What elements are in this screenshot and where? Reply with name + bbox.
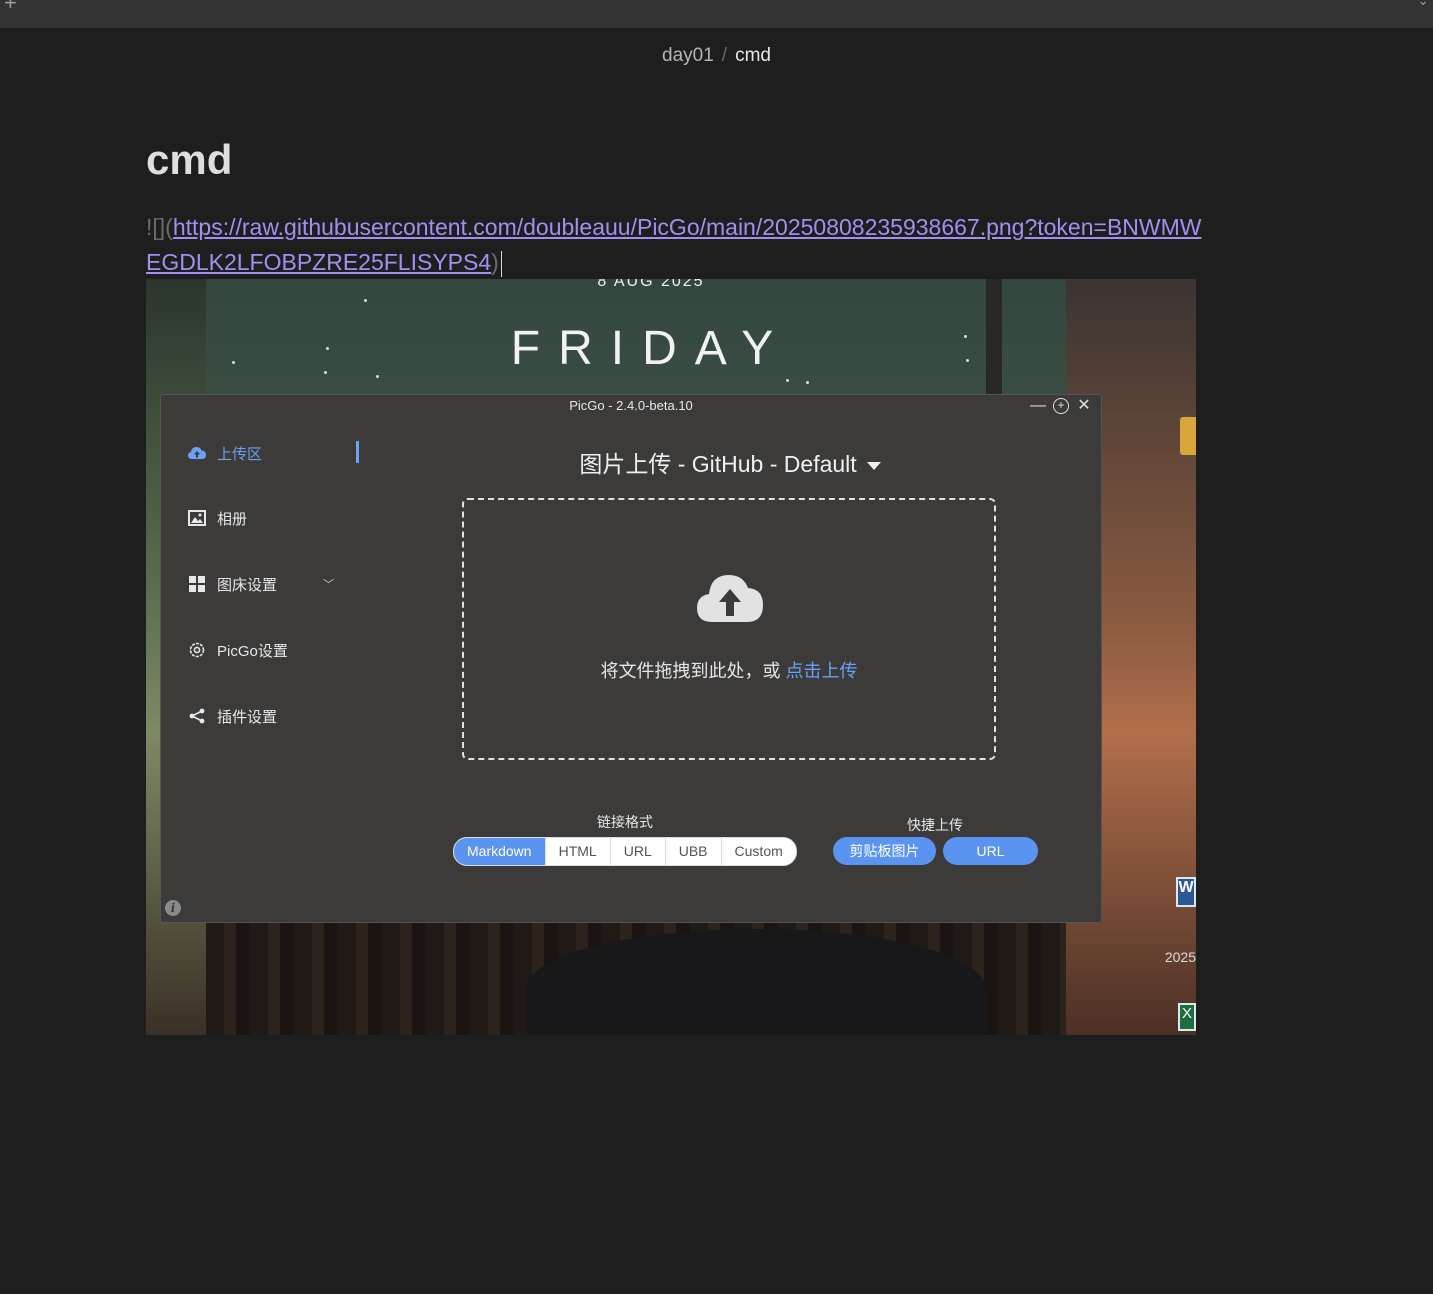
upload-title-text: 图片上传 - GitHub - Default [579,451,857,477]
drop-hint: 将文件拖拽到此处，或 点击上传 [464,657,994,683]
menu-item-label: PicGo设置 [217,642,288,660]
chevron-down-icon[interactable]: ﹀ [323,576,334,592]
breadcrumb-parent[interactable]: day01 [662,45,714,66]
markdown-image-line[interactable]: ![](https://raw.githubusercontent.com/do… [146,210,1206,280]
grid-icon [187,576,207,592]
chevron-down-icon[interactable]: ⌄ [1417,0,1429,9]
cloud-upload-icon [697,575,763,622]
star [786,379,789,382]
window-controls: — + ✕ [1029,395,1093,417]
menu-item-label: 插件设置 [217,708,278,726]
caret-down-icon [866,461,881,470]
menu-item-picgo-settings[interactable]: PicGo设置 [187,638,288,662]
menu-item-label: 相册 [217,510,248,528]
image-icon [187,510,207,526]
wallpaper-weekday: FRIDAY [510,322,792,375]
upload-host-selector[interactable]: 图片上传 - GitHub - Default [461,445,999,479]
picgo-window: PicGo - 2.4.0-beta.10 — + ✕ 上传区 相册 图床设置 … [160,394,1102,923]
clipboard-upload-button[interactable]: 剪贴板图片 [833,837,936,865]
link-format-group: Markdown HTML URL UBB Custom [453,837,797,866]
menu-item-label: 图床设置 [217,576,278,594]
format-custom-button[interactable]: Custom [720,838,796,865]
menu-item-image-host-settings[interactable]: 图床设置 ﹀ [187,572,334,596]
menu-item-label: 上传区 [217,445,263,463]
format-markdown-button[interactable]: Markdown [454,838,545,865]
md-image-suffix: ) [491,249,499,275]
gear-icon [187,641,207,659]
menu-item-upload[interactable]: 上传区 [187,441,262,465]
image-url-link[interactable]: https://raw.githubusercontent.com/double… [146,214,1201,275]
new-tab-icon[interactable]: + [4,0,17,16]
drop-hint-text: 将文件拖拽到此处，或 [600,661,781,681]
md-image-prefix: ![]( [146,214,173,240]
click-upload-link[interactable]: 点击上传 [786,661,858,681]
share-icon [187,708,207,724]
quick-upload-label: 快捷上传 [907,817,963,833]
page-title[interactable]: cmd [146,136,232,184]
breadcrumb: day01 / cmd [0,45,1433,67]
minimize-icon[interactable]: — [1029,397,1047,415]
cloud-upload-icon [187,446,207,460]
text-cursor [500,250,502,277]
upload-dropzone[interactable]: 将文件拖拽到此处，或 点击上传 [462,498,996,760]
excel-icon: X [1178,1003,1196,1031]
active-menu-indicator [356,441,359,463]
menu-item-plugin-settings[interactable]: 插件设置 [187,704,277,728]
info-icon[interactable]: i [165,900,181,916]
close-icon[interactable]: ✕ [1075,397,1093,415]
wallpaper-date: 8 AUG 2025 [597,279,705,290]
format-url-button[interactable]: URL [609,838,665,865]
url-upload-button[interactable]: URL [943,837,1038,865]
word-icon: W [1176,877,1196,907]
embedded-screenshot: 8 AUG 2025 FRIDAY W 2025 X PicGo - 2.4.0… [146,279,1196,1035]
format-html-button[interactable]: HTML [544,838,610,865]
star [364,299,367,302]
window-title: PicGo - 2.4.0-beta.10 [569,398,693,413]
tab-bar: + ⌄ [0,0,1433,28]
folder-icon [1180,417,1196,455]
side-year-label: 2025 [1164,949,1196,965]
menu-item-gallery[interactable]: 相册 [187,506,247,530]
breadcrumb-separator: / [721,45,728,66]
breadcrumb-current: cmd [735,45,771,66]
link-format-label: 链接格式 [597,814,653,830]
format-ubb-button[interactable]: UBB [664,838,721,865]
pin-icon[interactable]: + [1053,398,1069,414]
star [806,381,809,384]
